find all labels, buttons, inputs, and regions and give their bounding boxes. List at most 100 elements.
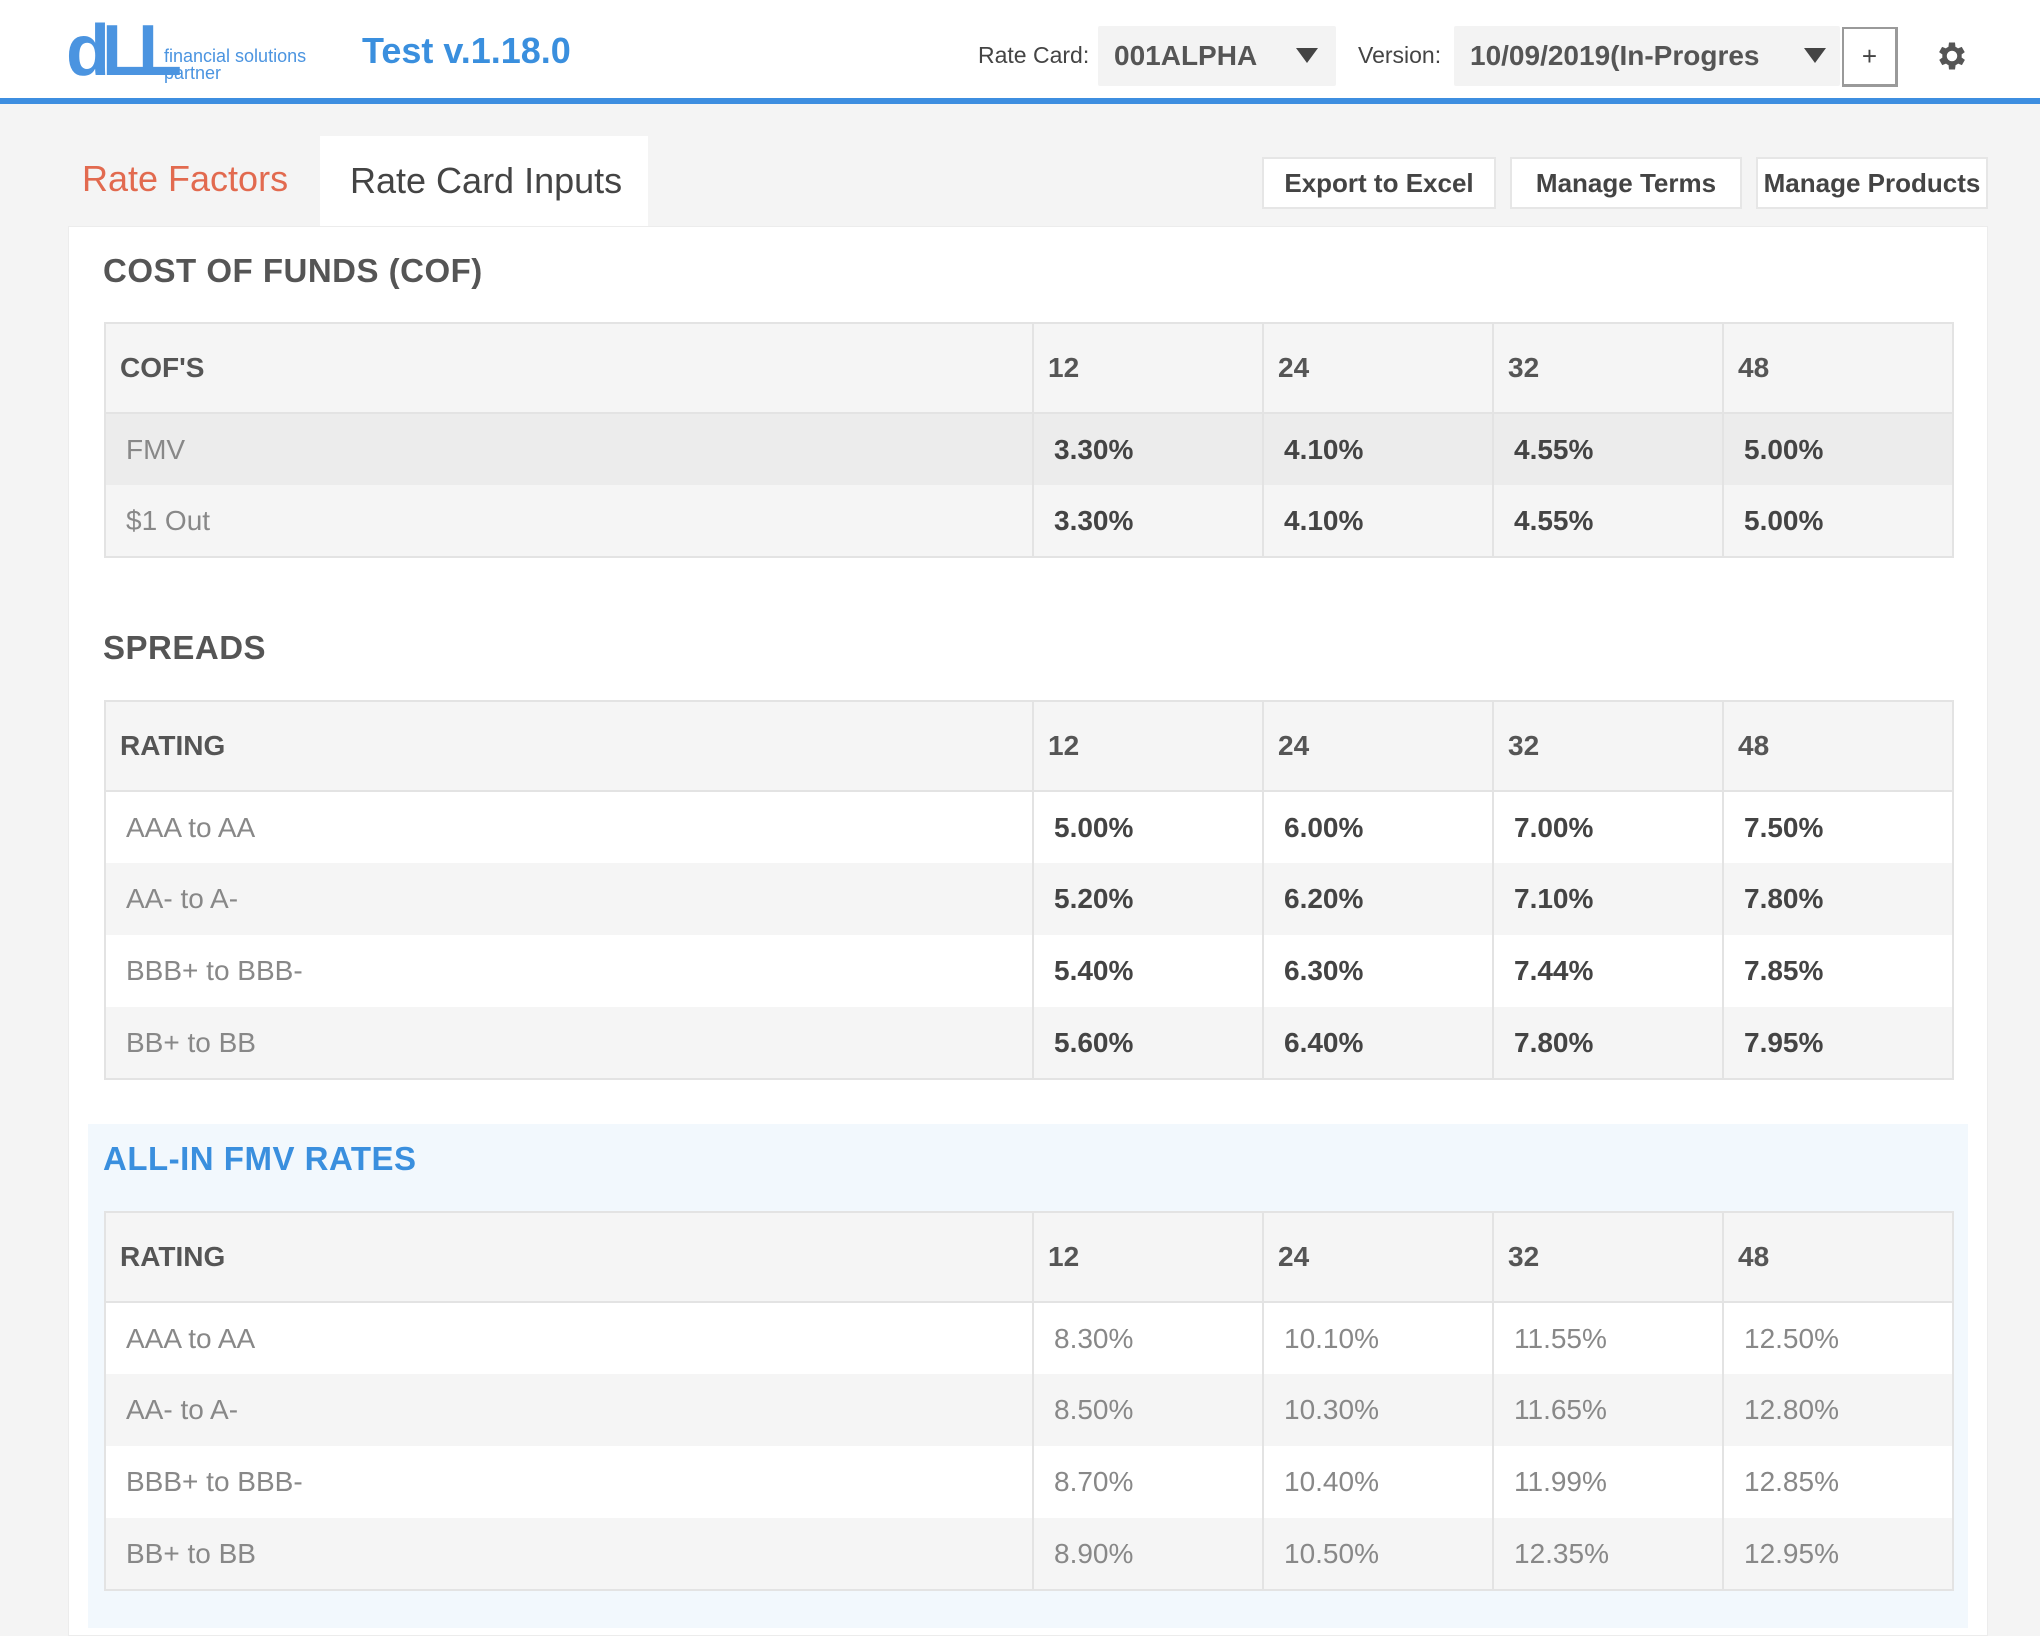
- table-row[interactable]: AA- to A- 5.20% 6.20% 7.10% 7.80%: [104, 863, 1953, 935]
- table-row[interactable]: AAA to AA 8.30% 10.10% 11.55% 12.50%: [104, 1302, 1953, 1374]
- table-row[interactable]: BBB+ to BBB- 5.40% 6.30% 7.44% 7.85%: [104, 935, 1953, 1007]
- table-header-row: RATING 12 24 32 48: [104, 1212, 1953, 1303]
- tab-rate-factors[interactable]: Rate Factors: [82, 158, 288, 200]
- row-label: BBB+ to BBB-: [104, 935, 1033, 1007]
- gear-icon[interactable]: [1934, 38, 1970, 74]
- version-value: 10/09/2019(In-Progres: [1470, 40, 1760, 71]
- column-header: RATING: [104, 1212, 1033, 1303]
- rate-card-select[interactable]: 001ALPHA: [1098, 26, 1336, 86]
- rate-cell[interactable]: 5.40%: [1032, 935, 1263, 1007]
- rate-cell: 12.85%: [1722, 1446, 1953, 1518]
- export-to-excel-button[interactable]: Export to Excel: [1262, 157, 1496, 209]
- rate-cell: 8.70%: [1032, 1446, 1263, 1518]
- table-row[interactable]: BB+ to BB 8.90% 10.50% 12.35% 12.95%: [104, 1518, 1953, 1590]
- row-label: AAA to AA: [104, 1302, 1033, 1374]
- rate-cell[interactable]: 7.44%: [1492, 935, 1723, 1007]
- rate-cell: 11.55%: [1492, 1302, 1723, 1374]
- rate-cell: 11.65%: [1492, 1374, 1723, 1446]
- rate-cell: 12.80%: [1722, 1374, 1953, 1446]
- table-row[interactable]: AAA to AA 5.00% 6.00% 7.00% 7.50%: [104, 791, 1953, 863]
- rate-cell[interactable]: 5.60%: [1032, 1007, 1263, 1079]
- rate-cell[interactable]: 7.00%: [1492, 791, 1723, 863]
- column-header: 32: [1492, 1212, 1723, 1303]
- row-label: BBB+ to BBB-: [104, 1446, 1033, 1518]
- dll-logo: dLL financial solutions partner: [66, 11, 316, 91]
- table-row[interactable]: BBB+ to BBB- 8.70% 10.40% 11.99% 12.85%: [104, 1446, 1953, 1518]
- table-row[interactable]: FMV 3.30% 4.10% 4.55% 5.00%: [104, 413, 1953, 485]
- rate-cell[interactable]: 7.95%: [1722, 1007, 1953, 1079]
- rate-cell: 3.30%: [1032, 485, 1263, 557]
- rate-cell: 8.50%: [1032, 1374, 1263, 1446]
- table-header-row: COF'S 12 24 32 48: [104, 323, 1953, 414]
- spreads-section-title: SPREADS: [103, 629, 267, 666]
- chevron-down-icon: [1296, 48, 1318, 63]
- tab-rate-card-inputs-label: Rate Card Inputs: [350, 160, 623, 201]
- column-header: 48: [1722, 701, 1953, 792]
- tab-rate-card-inputs[interactable]: Rate Card Inputs: [320, 136, 648, 226]
- column-header: 24: [1262, 1212, 1493, 1303]
- rate-cell: 10.30%: [1262, 1374, 1493, 1446]
- rate-cell: 8.90%: [1032, 1518, 1263, 1590]
- rate-cell: 5.00%: [1722, 485, 1953, 557]
- rate-cell[interactable]: 7.80%: [1722, 863, 1953, 935]
- column-header: 24: [1262, 323, 1493, 414]
- rate-cell[interactable]: 5.00%: [1032, 791, 1263, 863]
- version-select[interactable]: 10/09/2019(In-Progres: [1454, 26, 1840, 86]
- table-row[interactable]: AA- to A- 8.50% 10.30% 11.65% 12.80%: [104, 1374, 1953, 1446]
- rate-cell: 3.30%: [1032, 413, 1263, 485]
- column-header: 48: [1722, 323, 1953, 414]
- table-row[interactable]: $1 Out 3.30% 4.10% 4.55% 5.00%: [104, 485, 1953, 557]
- rate-cell[interactable]: 6.30%: [1262, 935, 1493, 1007]
- row-label: BB+ to BB: [104, 1518, 1033, 1590]
- logo-text-line2: partner: [164, 63, 222, 83]
- rate-cell: 5.00%: [1722, 413, 1953, 485]
- row-label: AA- to A-: [104, 863, 1033, 935]
- column-header: 32: [1492, 323, 1723, 414]
- column-header: 24: [1262, 701, 1493, 792]
- rate-cell[interactable]: 7.80%: [1492, 1007, 1723, 1079]
- rate-cell: 4.55%: [1492, 485, 1723, 557]
- row-label: AA- to A-: [104, 1374, 1033, 1446]
- rate-cell[interactable]: 6.40%: [1262, 1007, 1493, 1079]
- rate-cell: 12.95%: [1722, 1518, 1953, 1590]
- row-label: $1 Out: [104, 485, 1033, 557]
- rate-cell: 10.50%: [1262, 1518, 1493, 1590]
- column-header: 32: [1492, 701, 1723, 792]
- chevron-down-icon: [1804, 48, 1826, 63]
- add-version-button[interactable]: +: [1842, 27, 1898, 87]
- manage-products-button[interactable]: Manage Products: [1756, 157, 1988, 209]
- rate-cell: 4.10%: [1262, 413, 1493, 485]
- rate-cell: 10.10%: [1262, 1302, 1493, 1374]
- row-label: BB+ to BB: [104, 1007, 1033, 1079]
- all-in-fmv-section-title: ALL-IN FMV RATES: [103, 1140, 417, 1177]
- column-header: 48: [1722, 1212, 1953, 1303]
- rate-cell: 12.35%: [1492, 1518, 1723, 1590]
- rate-cell[interactable]: 6.00%: [1262, 791, 1493, 863]
- row-label: FMV: [104, 413, 1033, 485]
- logo-mark: dLL: [66, 11, 182, 91]
- rate-cell[interactable]: 7.85%: [1722, 935, 1953, 1007]
- version-label: Version:: [1358, 42, 1442, 68]
- column-header: RATING: [104, 701, 1033, 792]
- column-header: COF'S: [104, 323, 1033, 414]
- cof-table: COF'S 12 24 32 48 FMV 3.30% 4.10% 4.55% …: [104, 322, 1954, 558]
- rate-cell[interactable]: 6.20%: [1262, 863, 1493, 935]
- rate-cell[interactable]: 7.50%: [1722, 791, 1953, 863]
- row-label: AAA to AA: [104, 791, 1033, 863]
- app-title: Test v.1.18.0: [362, 30, 571, 71]
- column-header: 12: [1032, 1212, 1263, 1303]
- table-row[interactable]: BB+ to BB 5.60% 6.40% 7.80% 7.95%: [104, 1007, 1953, 1079]
- rate-card-label: Rate Card:: [978, 42, 1090, 68]
- rate-cell: 10.40%: [1262, 1446, 1493, 1518]
- rate-cell: 4.10%: [1262, 485, 1493, 557]
- rate-cell: 12.50%: [1722, 1302, 1953, 1374]
- all-in-fmv-table: RATING 12 24 32 48 AAA to AA 8.30% 10.10…: [104, 1211, 1954, 1591]
- rate-cell: 4.55%: [1492, 413, 1723, 485]
- table-header-row: RATING 12 24 32 48: [104, 701, 1953, 792]
- rate-cell[interactable]: 7.10%: [1492, 863, 1723, 935]
- rate-cell: 8.30%: [1032, 1302, 1263, 1374]
- column-header: 12: [1032, 701, 1263, 792]
- manage-terms-button[interactable]: Manage Terms: [1510, 157, 1742, 209]
- rate-cell[interactable]: 5.20%: [1032, 863, 1263, 935]
- cof-section-title: COST OF FUNDS (COF): [103, 252, 483, 289]
